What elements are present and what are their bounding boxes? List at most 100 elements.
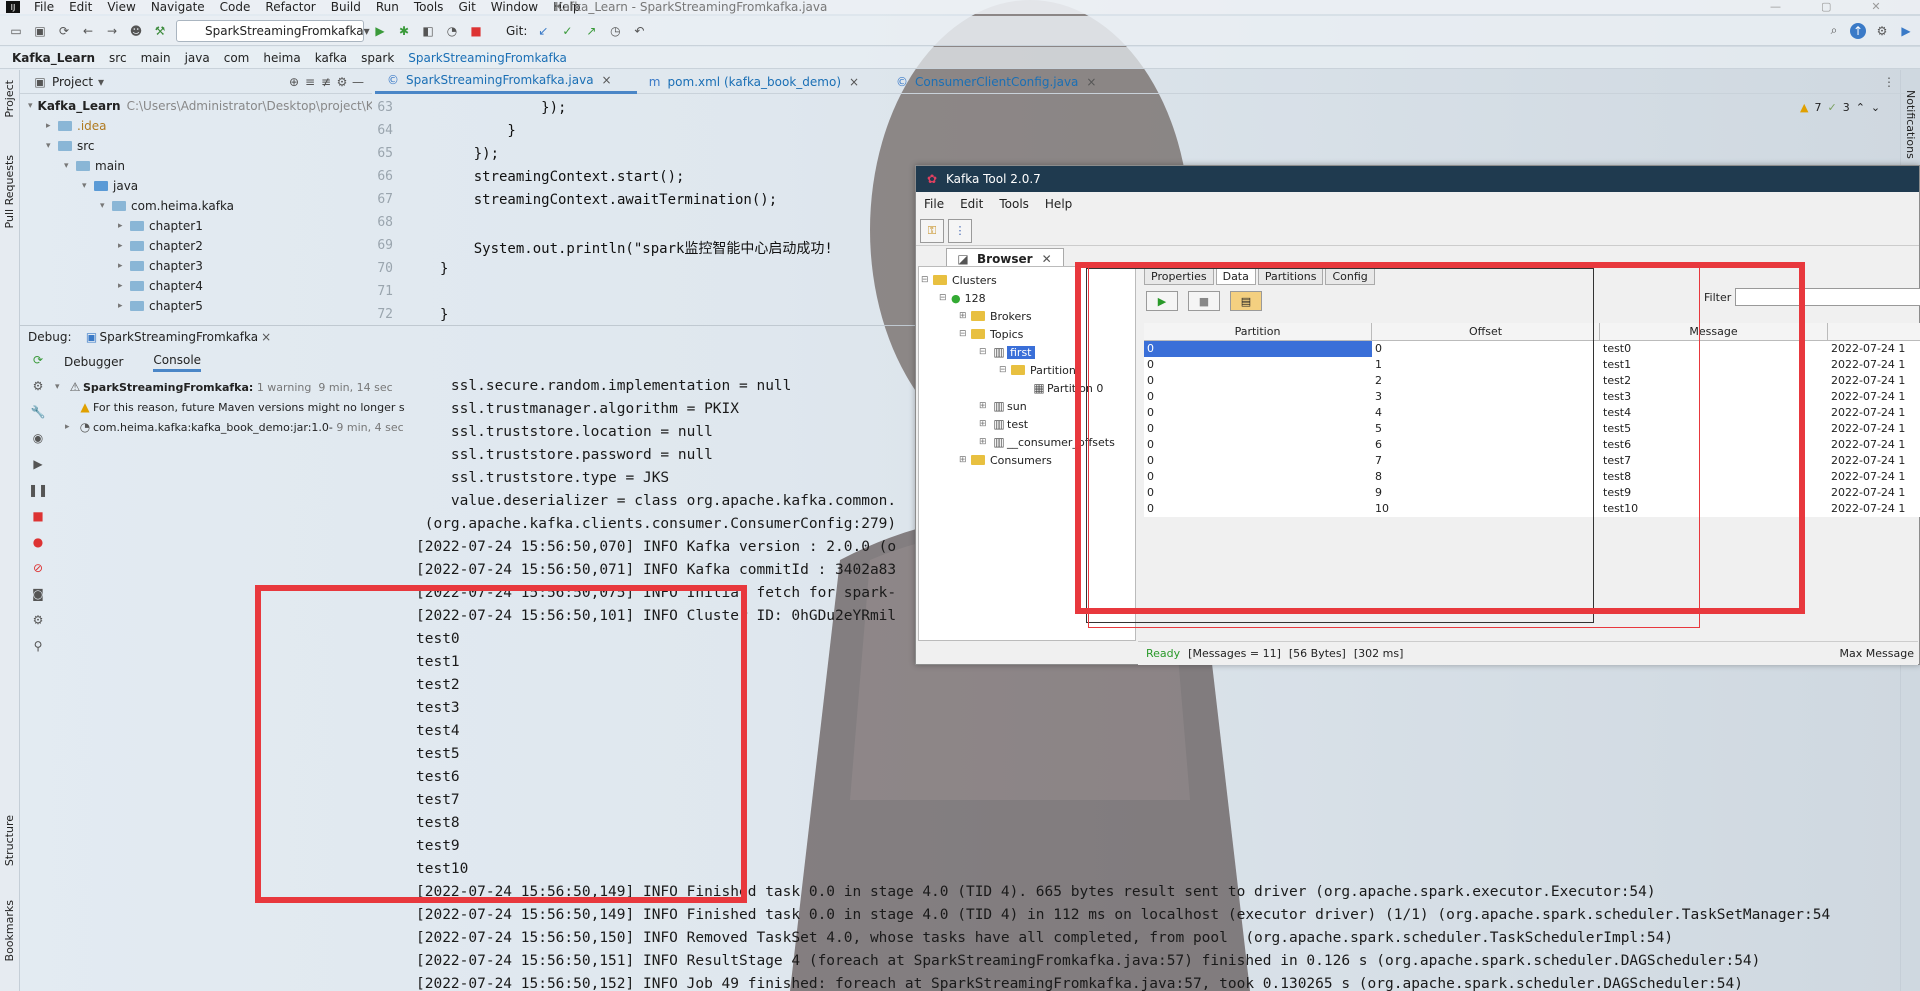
tab-pom[interactable]: m pom.xml (kafka_book_demo) ×: [637, 70, 884, 94]
expand-arrow-icon[interactable]: ▾: [28, 101, 33, 111]
pause-icon[interactable]: ❚❚: [28, 482, 48, 498]
modify-config-icon[interactable]: ⚙: [30, 378, 46, 394]
browser-tab[interactable]: ◪ Browser ✕: [946, 248, 1064, 268]
hide-icon[interactable]: —: [350, 74, 366, 90]
expand-icon[interactable]: ⊞: [979, 437, 991, 447]
git-push-icon[interactable]: ↗: [583, 23, 599, 39]
update-icon[interactable]: ↑: [1850, 22, 1866, 39]
inspection-widget[interactable]: ▲ 7 ✓ 3 ⌃ ⌄: [1800, 101, 1880, 114]
breadcrumb-item[interactable]: java: [185, 51, 210, 65]
sync-icon[interactable]: ⟳: [56, 23, 72, 39]
breadcrumb-item[interactable]: main: [141, 51, 171, 65]
kt-menu-tools[interactable]: Tools: [999, 197, 1029, 211]
project-panel-title[interactable]: Project: [52, 75, 93, 89]
git-rollback-icon[interactable]: ↶: [631, 23, 647, 39]
bookmarks-tool-button[interactable]: Bookmarks: [3, 900, 16, 961]
kafka-tool-titlebar[interactable]: ✿ Kafka Tool 2.0.7: [916, 166, 1919, 192]
build-hammer-icon[interactable]: ⚒: [152, 23, 168, 39]
breadcrumb-item[interactable]: kafka: [315, 51, 347, 65]
collapse-icon[interactable]: ⊟: [939, 293, 951, 303]
menu-code[interactable]: Code: [220, 0, 251, 14]
collapse-icon[interactable]: ⊟: [959, 329, 971, 339]
expand-arrow-icon[interactable]: ▾: [100, 201, 112, 211]
close-icon[interactable]: ×: [846, 74, 862, 90]
menu-navigate[interactable]: Navigate: [151, 0, 205, 14]
eye-icon[interactable]: ◉: [30, 430, 46, 446]
expand-arrow-icon[interactable]: ▾: [46, 141, 58, 151]
expand-arrow-icon[interactable]: ▸: [118, 281, 130, 291]
stop-icon[interactable]: ■: [468, 23, 484, 39]
tab-debugger[interactable]: Debugger: [64, 355, 123, 369]
wrench-icon[interactable]: 🔧: [30, 404, 46, 420]
menu-tools[interactable]: Tools: [414, 0, 444, 14]
breadcrumb-item[interactable]: heima: [263, 51, 300, 65]
expand-arrow-icon[interactable]: ▾: [55, 382, 67, 392]
tree-node[interactable]: ▸ chapter4: [20, 276, 372, 296]
column-header[interactable]: [1828, 323, 1920, 340]
expand-arrow-icon[interactable]: ▸: [118, 221, 130, 231]
git-commit-icon[interactable]: ✓: [559, 23, 575, 39]
close-icon[interactable]: ✕: [1871, 0, 1880, 13]
run-configuration-select[interactable]: SparkStreamingFromkafka ▾: [176, 19, 370, 42]
tab-consumer-config[interactable]: © ConsumerClientConfig.java ×: [884, 70, 1121, 94]
project-tool-button[interactable]: Project: [3, 80, 16, 118]
pin-icon[interactable]: ⚲: [30, 638, 46, 654]
git-history-icon[interactable]: ◷: [607, 23, 623, 39]
expand-arrow-icon[interactable]: ▾: [64, 161, 76, 171]
debug-bug-icon[interactable]: ✱: [396, 23, 412, 39]
pull-requests-tool-button[interactable]: Pull Requests: [3, 155, 16, 228]
breadcrumb-item[interactable]: spark: [361, 51, 394, 65]
tree-node[interactable]: ▸ chapter5: [20, 296, 372, 316]
mute-breakpoints-icon[interactable]: ⊘: [30, 560, 46, 576]
more-tabs-icon[interactable]: ⋮: [1881, 74, 1897, 90]
forward-icon[interactable]: →: [104, 23, 120, 39]
menu-view[interactable]: View: [107, 0, 135, 14]
collapse-icon[interactable]: ⊟: [921, 275, 933, 285]
tree-node[interactable]: ▾ java: [20, 176, 372, 196]
breadcrumb-item[interactable]: src: [109, 51, 127, 65]
expand-arrow-icon[interactable]: ▸: [46, 121, 58, 131]
menu-file[interactable]: File: [34, 0, 54, 14]
close-icon[interactable]: ×: [599, 72, 615, 88]
menu-edit[interactable]: Edit: [69, 0, 92, 14]
kt-menu-file[interactable]: File: [924, 197, 944, 211]
tree-node[interactable]: ▲ For this reason, future Maven versions …: [55, 397, 410, 417]
resume-icon[interactable]: ▶: [30, 456, 46, 472]
close-icon[interactable]: ×: [1083, 74, 1099, 90]
expand-arrow-icon[interactable]: ▸: [118, 301, 130, 311]
gear-icon[interactable]: ⚙: [334, 74, 350, 90]
expand-arrow-icon[interactable]: ▸: [65, 422, 77, 432]
settings-icon[interactable]: ⚙: [1874, 23, 1890, 39]
tree-node[interactable]: ▸ ◔ com.heima.kafka:kafka_book_demo:jar:1.…: [55, 417, 410, 437]
menu-refactor[interactable]: Refactor: [265, 0, 315, 14]
tree-node[interactable]: ▸ chapter3: [20, 256, 372, 276]
tree-node[interactable]: ▸ chapter2: [20, 236, 372, 256]
settings-icon[interactable]: ⚙: [30, 612, 46, 628]
tree-node[interactable]: ▸ .idea: [20, 116, 372, 136]
collapse-all-icon[interactable]: ≢: [318, 74, 334, 90]
jetbrains-icon[interactable]: ▶: [1898, 23, 1914, 39]
tree-node[interactable]: ▾ src: [20, 136, 372, 156]
tree-node[interactable]: ▾ main: [20, 156, 372, 176]
git-update-icon[interactable]: ↙: [535, 23, 551, 39]
menu-git[interactable]: Git: [458, 0, 475, 14]
notifications-tool-button[interactable]: Notifications: [1904, 90, 1917, 159]
expand-arrow-icon[interactable]: ▾: [82, 181, 94, 191]
menu-window[interactable]: Window: [491, 0, 538, 14]
expand-icon[interactable]: ⊞: [959, 455, 971, 465]
stop-icon[interactable]: ■: [30, 508, 46, 524]
tree-icon[interactable]: ⋮: [948, 218, 972, 243]
expand-icon[interactable]: ⊞: [959, 311, 971, 321]
kt-menu-edit[interactable]: Edit: [960, 197, 983, 211]
tree-node-root[interactable]: ▾ Kafka_Learn C:\Users\Administrator\Deskt…: [20, 96, 372, 116]
expand-icon[interactable]: ⊞: [979, 401, 991, 411]
chevron-down-icon[interactable]: ▾: [93, 74, 109, 90]
connect-icon[interactable]: ⚿: [920, 218, 944, 243]
chevron-down-icon[interactable]: ⌄: [1871, 101, 1880, 114]
user-icon[interactable]: ☻: [128, 23, 144, 39]
menu-build[interactable]: Build: [331, 0, 361, 14]
open-folder-icon[interactable]: ▭: [8, 23, 24, 39]
structure-tool-button[interactable]: Structure: [3, 815, 16, 866]
save-icon[interactable]: ▣: [32, 23, 48, 39]
close-icon[interactable]: ×: [258, 329, 274, 345]
